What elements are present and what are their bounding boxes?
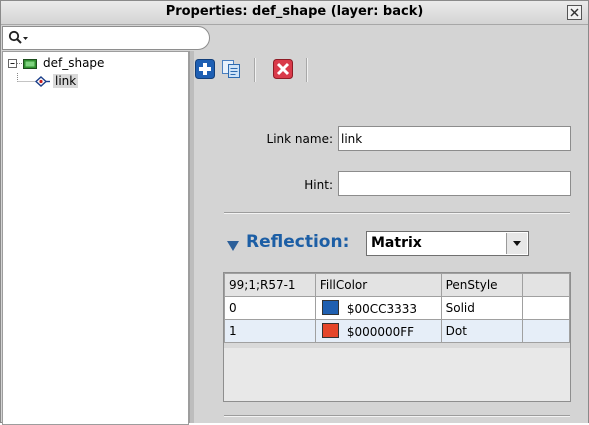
close-button[interactable] — [567, 5, 582, 20]
close-icon — [570, 8, 579, 17]
hint-label: Hint: — [304, 178, 333, 192]
tree-panel: def_shape link — [2, 51, 189, 425]
delete-button[interactable] — [273, 59, 293, 79]
delete-icon — [273, 59, 293, 79]
reflection-label: Reflection: — [246, 232, 350, 252]
tree-item-link[interactable]: link — [15, 73, 79, 90]
column-header[interactable]: FillColor — [314, 273, 442, 297]
add-button[interactable] — [195, 59, 215, 79]
table-row[interactable]: 1 $000000FF Dot — [224, 319, 570, 343]
color-swatch — [321, 300, 339, 315]
toolbar-separator — [306, 58, 308, 82]
reflection-mode-select[interactable]: Matrix — [366, 231, 529, 256]
tree-connector — [17, 73, 50, 87]
color-swatch — [321, 323, 339, 338]
pen-style-cell[interactable]: Dot — [440, 319, 524, 343]
dropdown-button[interactable] — [506, 233, 527, 254]
table-empty-area — [224, 348, 570, 401]
search-bar — [1, 25, 588, 50]
divider — [224, 212, 570, 214]
divider — [224, 415, 570, 417]
empty-cell — [522, 296, 570, 320]
table-header-row: 99;1;R57-1 FillColor PenStyle — [224, 273, 570, 297]
properties-panel: Link name: Hint: Reflection: Matrix — [194, 51, 588, 423]
chevron-down-icon — [513, 241, 521, 246]
reflection-mode-value: Matrix — [371, 235, 422, 251]
title-bar: Properties: def_shape (layer: back) — [1, 1, 588, 25]
link-name-label: Link name: — [266, 132, 333, 146]
toolbar-separator — [254, 58, 256, 82]
add-icon — [195, 59, 215, 79]
row-index[interactable]: 1 — [224, 319, 316, 343]
tree-item-def-shape[interactable]: def_shape — [7, 55, 114, 72]
pen-style-cell[interactable]: Solid — [440, 296, 524, 320]
search-icon[interactable] — [8, 30, 30, 46]
collapse-arrow-icon[interactable] — [226, 240, 240, 252]
link-name-field[interactable] — [338, 126, 571, 151]
row-index[interactable]: 0 — [224, 296, 316, 320]
table-row[interactable]: 0 $00CC3333 Solid — [224, 296, 570, 320]
tree-item-label: def_shape — [43, 56, 105, 70]
window-title: Properties: def_shape (layer: back) — [165, 4, 424, 19]
fill-color-value: $000000FF — [346, 325, 415, 339]
column-header[interactable]: 99;1;R57-1 — [224, 273, 316, 297]
search-input[interactable] — [2, 26, 210, 50]
duplicate-icon — [222, 60, 240, 78]
tree-item-label: link — [53, 74, 79, 88]
fill-color-cell[interactable]: $000000FF — [314, 319, 442, 343]
column-header[interactable] — [522, 273, 570, 297]
column-header[interactable]: PenStyle — [440, 273, 524, 297]
fill-color-cell[interactable]: $00CC3333 — [314, 296, 442, 320]
properties-window: Properties: def_shape (layer: back) def_… — [0, 0, 589, 425]
empty-cell — [522, 319, 570, 343]
fill-color-value: $00CC3333 — [346, 302, 418, 316]
reflection-table: 99;1;R57-1 FillColor PenStyle 0 $00CC333… — [223, 272, 571, 402]
toolbar — [194, 51, 588, 85]
hint-field[interactable] — [338, 171, 571, 196]
link-icon — [34, 76, 50, 87]
duplicate-button[interactable] — [221, 59, 241, 79]
